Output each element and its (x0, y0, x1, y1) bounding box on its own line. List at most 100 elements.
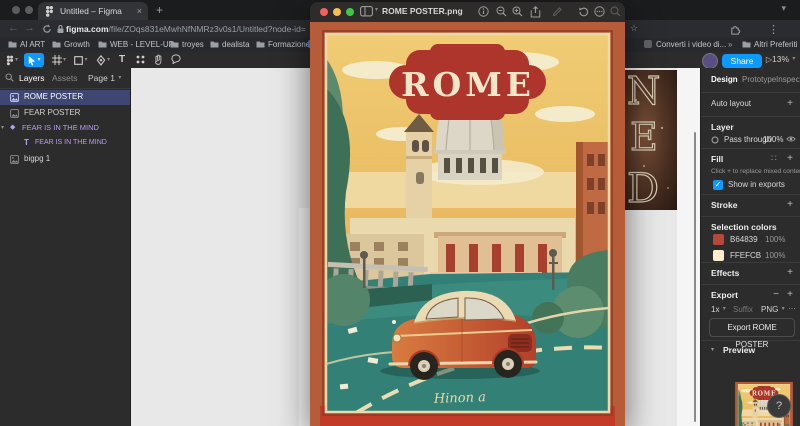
frame-tool[interactable]: ▾ (50, 53, 68, 67)
address-url[interactable]: figma.com/file/ZOqs831eMwhNfNMRz3v0s1/Un… (66, 24, 306, 34)
layer-row-text[interactable]: T FEAR IS IN THE MIND (0, 136, 130, 150)
info-icon[interactable] (478, 6, 489, 17)
add-auto-layout-icon[interactable]: + (787, 98, 793, 109)
eye-icon[interactable] (786, 135, 796, 143)
rome-poster-image[interactable]: Hinon a ROME (310, 22, 625, 426)
browser-menu-icon[interactable]: ⋮ (768, 23, 779, 36)
add-export-icon[interactable]: + (787, 289, 793, 300)
remove-export-icon[interactable]: − (773, 289, 779, 300)
fragment-letters: N E D (622, 70, 677, 210)
blend-mode-icon[interactable] (711, 136, 719, 144)
canvas-scrollbar[interactable] (694, 132, 696, 422)
fill-styles-icon[interactable]: ∷ (771, 153, 777, 164)
color-opacity[interactable]: 100% (765, 251, 785, 260)
share-icon[interactable] (530, 6, 541, 18)
preview-titlebar[interactable]: ▾ ROME POSTER.png (310, 2, 625, 23)
other-bookmarks-button[interactable]: Altri Preferiti (742, 40, 798, 49)
user-avatar[interactable] (702, 53, 718, 69)
zoom-out-icon[interactable] (496, 6, 507, 17)
help-button[interactable]: ? (767, 394, 791, 418)
hand-tool[interactable] (151, 53, 165, 67)
rectangle-icon (74, 56, 83, 65)
export-scale-dropdown[interactable]: 1x ▾ (711, 305, 726, 314)
sidebar-toggle-icon[interactable] (360, 6, 373, 17)
search-icon[interactable] (610, 6, 621, 17)
expand-caret-icon[interactable]: ▾ (1, 121, 4, 135)
add-effect-icon[interactable]: + (787, 267, 793, 278)
tab-inspect[interactable]: Inspect (776, 75, 800, 84)
color-swatch[interactable] (713, 234, 724, 245)
close-button[interactable] (320, 8, 328, 16)
export-button[interactable]: Export ROME POSTER (709, 318, 795, 337)
selection-colors-title: Selection colors (711, 222, 777, 232)
tab-prototype[interactable]: Prototype (742, 75, 776, 84)
color-swatch[interactable] (713, 250, 724, 261)
bookmark-item[interactable]: Converti i video di... (644, 40, 726, 49)
more-tools-icon[interactable] (594, 6, 605, 17)
zoom-level-dropdown[interactable]: 13% ▾ (772, 54, 795, 64)
move-tool[interactable]: ▾ (24, 53, 44, 67)
fear-poster-fragment[interactable]: N E D (622, 70, 677, 210)
add-stroke-icon[interactable]: + (787, 199, 793, 210)
bookmark-item[interactable]: dealista (210, 40, 250, 49)
image-layer-icon (10, 109, 19, 118)
layers-panel: Layers Assets Page 1 ▾ ROME POSTER FEAR … (0, 68, 131, 426)
forward-icon[interactable]: → (24, 22, 35, 34)
window-minimize-button[interactable] (25, 6, 33, 14)
zoom-in-icon[interactable] (512, 6, 523, 17)
export-suffix-placeholder[interactable]: Suffix (733, 305, 753, 314)
browser-tab[interactable]: Untitled – Figma × (38, 2, 148, 20)
layer-row-component[interactable]: ▾ ◆ FEAR IS IN THE MIND (0, 121, 130, 135)
tab-design[interactable]: Design (711, 75, 738, 84)
text-tool[interactable]: T (116, 53, 128, 67)
layer-row-bigpg[interactable]: bigpg 1 (0, 152, 130, 166)
bookmarks-overflow-icon[interactable]: » (728, 40, 732, 49)
bookmark-item[interactable]: Growth (52, 40, 90, 49)
export-settings-icon[interactable]: ⋯ (788, 304, 796, 313)
reload-icon[interactable] (42, 24, 52, 34)
sidebar-chevron-icon[interactable]: ▾ (375, 6, 378, 13)
rotate-icon[interactable] (578, 6, 589, 17)
pen-tool[interactable]: ▾ (94, 53, 112, 67)
color-hex[interactable]: FFEFCB (730, 251, 761, 260)
add-fill-icon[interactable]: + (787, 153, 793, 164)
page-selector[interactable]: Page 1 ▾ (88, 68, 121, 88)
frame-icon (52, 55, 62, 65)
svg-text:E: E (630, 115, 658, 159)
resources-tool[interactable] (133, 53, 147, 67)
comment-tool[interactable] (169, 53, 183, 67)
color-hex[interactable]: B64839 (730, 235, 758, 244)
window-close-button[interactable] (12, 6, 20, 14)
search-icon[interactable] (5, 73, 14, 82)
zoom-button[interactable] (346, 8, 354, 16)
layer-row-fear-poster[interactable]: FEAR POSTER (0, 106, 130, 120)
bookmark-item[interactable]: WEB - LEVEL-UP (98, 40, 174, 49)
back-icon[interactable]: ← (8, 22, 19, 34)
tab-close-icon[interactable]: × (137, 2, 142, 20)
share-button[interactable]: Share (722, 54, 762, 68)
export-section-title: Export (711, 290, 738, 300)
new-tab-button[interactable]: + (156, 3, 163, 17)
tab-assets[interactable]: Assets (52, 68, 78, 88)
tab-layers[interactable]: Layers (19, 68, 45, 88)
shape-tool[interactable]: ▾ (72, 53, 90, 67)
figma-main-menu[interactable]: ▾ (3, 53, 21, 67)
bookmark-item[interactable]: Formazione (256, 40, 310, 49)
export-format-dropdown[interactable]: PNG ▾ (761, 305, 785, 314)
bookmark-item[interactable]: AI ART (8, 40, 45, 49)
preview-window-title: ROME POSTER.png (382, 6, 463, 16)
tab-search-chevron-icon[interactable]: ▾ (781, 3, 786, 14)
url-path: /file/ZOqs831eMwhNfNMRz3v0s1/Untitled?no… (109, 24, 306, 34)
color-opacity[interactable]: 100% (765, 235, 785, 244)
markup-pencil-icon[interactable] (552, 6, 563, 17)
figma-favicon (45, 6, 54, 17)
layer-row-rome-poster[interactable]: ROME POSTER (0, 90, 130, 105)
preview-collapse-caret-icon[interactable]: ▾ (711, 346, 714, 353)
inspector-panel: Design Prototype Inspect Auto layout + L… (700, 68, 800, 426)
show-in-exports-checkbox[interactable]: ✓ (713, 180, 723, 190)
extensions-puzzle-icon[interactable] (730, 24, 741, 35)
bookmark-item[interactable]: troyes (170, 40, 204, 49)
bookmark-star-icon[interactable]: ☆ (630, 23, 638, 34)
layer-opacity-value[interactable]: 100% (763, 135, 783, 144)
minimize-button[interactable] (333, 8, 341, 16)
